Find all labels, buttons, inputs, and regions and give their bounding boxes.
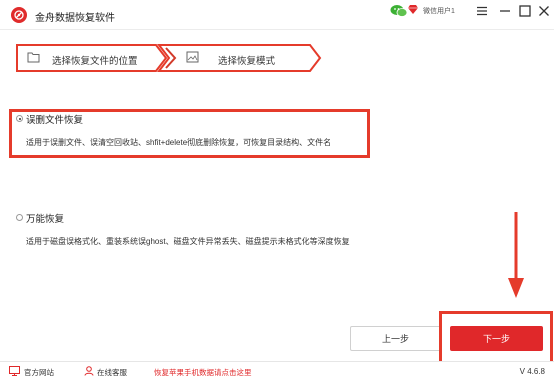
- customer-service-icon: [84, 366, 94, 378]
- annotation-arrow-icon: [506, 212, 526, 304]
- option-2-radio[interactable]: [16, 214, 23, 221]
- online-service-link[interactable]: 在线客服: [97, 367, 127, 378]
- user-name[interactable]: 微信用户1: [423, 6, 455, 16]
- app-title: 金舟数据恢复软件: [35, 13, 115, 24]
- option-2-desc: 适用于磁盘误格式化、重装系统误ghost、磁盘文件异常丢失、磁盘提示未格式化等深…: [26, 237, 350, 246]
- minimize-icon[interactable]: [496, 3, 514, 19]
- maximize-icon[interactable]: [516, 3, 534, 19]
- option-2-title[interactable]: 万能恢复: [26, 211, 64, 225]
- app-logo-icon: [11, 7, 27, 23]
- menu-icon[interactable]: [473, 3, 491, 19]
- title-bar: 金舟数据恢复软件 微信用户1: [0, 0, 554, 30]
- monitor-icon: [9, 366, 20, 378]
- footer-bar: 官方网站 在线客服 恢复苹果手机数据请点击这里 V 4.6.8: [0, 361, 554, 380]
- next-step-button[interactable]: 下一步: [450, 326, 543, 351]
- iphone-recovery-link[interactable]: 恢复苹果手机数据请点击这里: [154, 367, 252, 378]
- prev-step-button[interactable]: 上一步: [350, 326, 441, 351]
- option-1-title[interactable]: 误删文件恢复: [26, 112, 83, 126]
- close-icon[interactable]: [535, 3, 553, 19]
- option-1-radio[interactable]: [16, 115, 23, 122]
- step-2-label: 选择恢复模式: [218, 56, 276, 67]
- wechat-icon: [390, 4, 408, 18]
- vip-diamond-icon: [407, 4, 419, 15]
- step-progress: 选择恢复文件的位置 选择恢复模式: [16, 44, 322, 72]
- step-1-label: 选择恢复文件的位置: [52, 56, 138, 67]
- option-1-desc: 适用于误删文件、误清空回收站、shfit+delete彻底删除恢复，可恢复目录结…: [26, 138, 332, 147]
- version-label: V 4.6.8: [519, 367, 545, 376]
- official-website-link[interactable]: 官方网站: [24, 367, 54, 378]
